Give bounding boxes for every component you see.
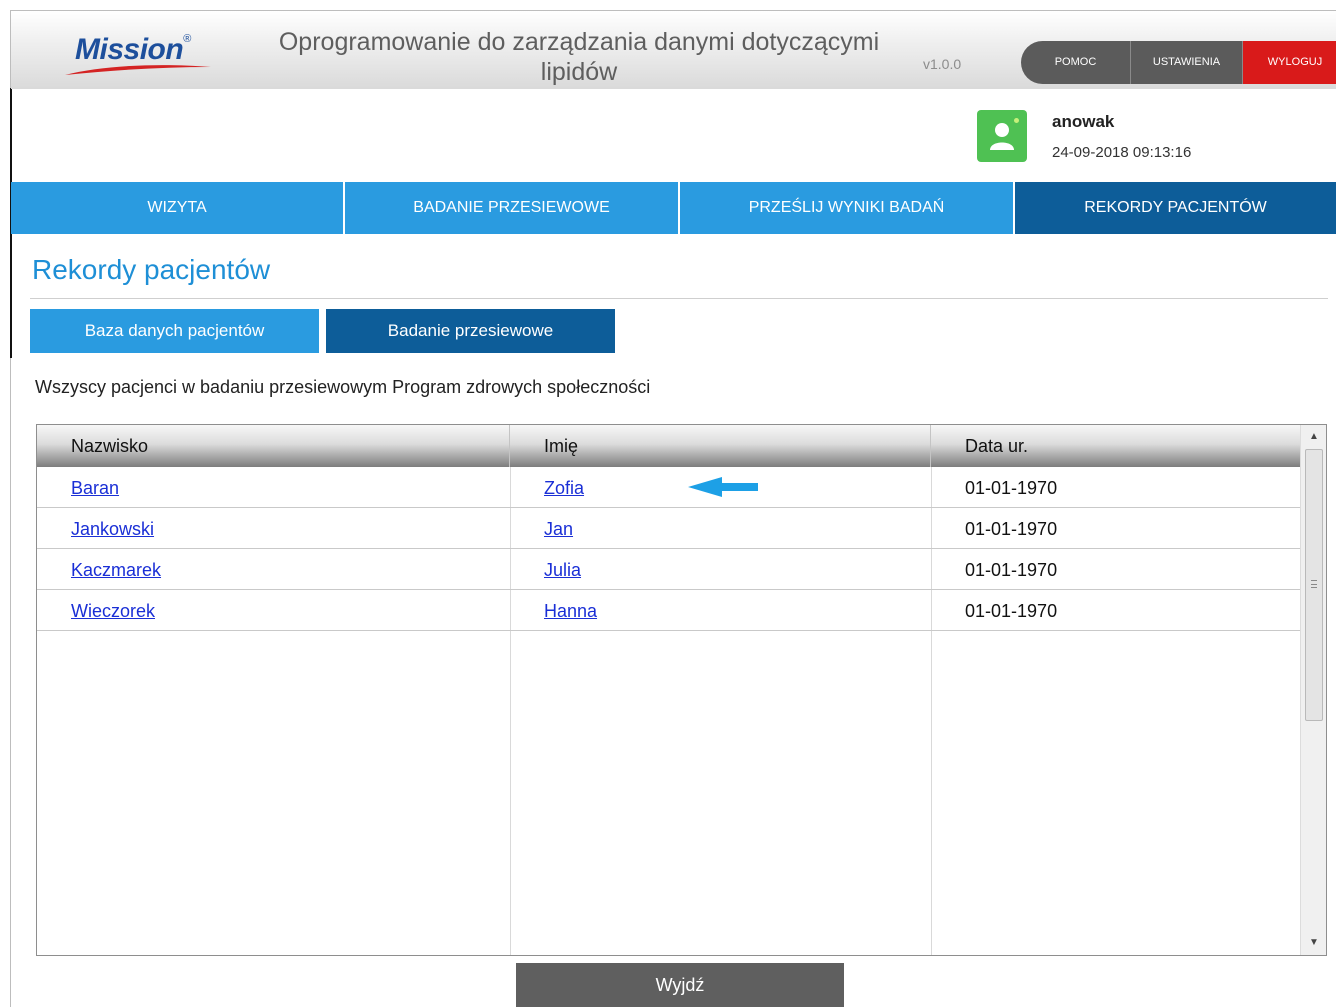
birth-date: 01-01-1970 [965,478,1058,498]
pointer-arrow-icon [688,477,758,497]
exit-button[interactable]: Wyjdź [516,963,844,1007]
tab-wizyta[interactable]: WIZYTA [11,182,345,234]
table-row[interactable]: Jankowski Jan 01-01-1970 [37,508,1301,549]
first-name-link[interactable]: Zofia [544,478,584,498]
scroll-up-icon[interactable]: ▲ [1301,427,1326,447]
table-row[interactable]: Wieczorek Hanna 01-01-1970 [37,590,1301,631]
app-title: Oprogramowanie do zarządzania danymi dot… [278,28,880,86]
main-nav: WIZYTA BADANIE PRZESIEWOWE PRZEŚLIJ WYNI… [11,182,1336,234]
birth-date: 01-01-1970 [965,601,1058,621]
subtab-screening[interactable]: Badanie przesiewowe [326,309,615,353]
username: anowak [1052,112,1115,131]
last-name-link[interactable]: Baran [71,478,119,498]
page-title: Rekordy pacjentów [32,254,271,285]
top-buttons: POMOC USTAWIENIA WYLOGUJ [1021,41,1336,84]
user-avatar-icon [977,110,1027,162]
subtab-patient-database[interactable]: Baza danych pacjentów [30,309,319,353]
patients-table: Nazwisko Imię Data ur. Baran Zofia 01-01… [36,424,1327,956]
column-header-last-name[interactable]: Nazwisko [37,425,510,467]
first-name-link[interactable]: Hanna [544,601,597,621]
column-header-first-name[interactable]: Imię [510,425,931,467]
last-name-link[interactable]: Wieczorek [71,601,155,621]
table-header: Nazwisko Imię Data ur. [37,425,1301,467]
birth-date: 01-01-1970 [965,560,1058,580]
logo-swoosh-icon [65,65,211,75]
table-caption: Wszyscy pacjenci w badaniu przesiewowym … [35,377,651,397]
first-name-link[interactable]: Jan [544,519,573,539]
tab-przeslij-wyniki[interactable]: PRZEŚLIJ WYNIKI BADAŃ [680,182,1015,234]
table-row[interactable]: Kaczmarek Julia 01-01-1970 [37,549,1301,590]
logout-button[interactable]: WYLOGUJ [1243,41,1336,84]
logo-text: Mission® [75,33,191,66]
app-header: Mission® Oprogramowanie do zarządzania d… [11,11,1336,89]
first-name-link[interactable]: Julia [544,560,581,580]
scroll-thumb[interactable] [1305,449,1323,721]
divider [30,298,1328,299]
settings-button[interactable]: USTAWIENIA [1131,41,1243,84]
last-name-link[interactable]: Kaczmarek [71,560,161,580]
table-row[interactable]: Baran Zofia 01-01-1970 [37,467,1301,508]
tab-badanie-przesiewowe[interactable]: BADANIE PRZESIEWOWE [345,182,680,234]
version-label: v1.0.0 [923,56,962,72]
current-datetime: 24-09-2018 09:13:16 [1052,144,1192,161]
column-header-birth-date[interactable]: Data ur. [931,425,1301,467]
table-scrollbar[interactable]: ▲ ▼ [1300,425,1326,955]
scroll-down-icon[interactable]: ▼ [1301,933,1326,953]
help-button[interactable]: POMOC [1021,41,1131,84]
tab-rekordy-pacjentow[interactable]: REKORDY PACJENTÓW [1015,182,1336,234]
mission-logo: Mission® [63,29,213,77]
last-name-link[interactable]: Jankowski [71,519,154,539]
birth-date: 01-01-1970 [965,519,1058,539]
